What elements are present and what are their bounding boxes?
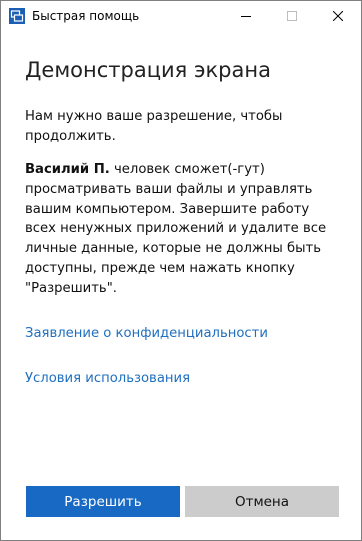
cancel-button[interactable]: Отмена	[185, 486, 339, 517]
helper-name: Василий П.	[25, 162, 110, 177]
permission-text: Нам нужно ваше разрешение, чтобы продолж…	[25, 109, 283, 144]
quick-assist-window: Быстрая помощь Демонстрация экрана Нам н…	[0, 0, 362, 541]
quick-assist-icon	[9, 8, 25, 24]
close-icon	[333, 11, 343, 21]
terms-of-use-link[interactable]: Условия использования	[25, 370, 190, 388]
sharing-description-text: человек сможет(-гут) просматривать ваши …	[25, 162, 327, 296]
minimize-button[interactable]	[223, 1, 269, 31]
privacy-statement-link[interactable]: Заявление о конфиденциальности	[25, 325, 268, 343]
window-title: Быстрая помощь	[32, 9, 140, 23]
minimize-icon	[241, 16, 251, 17]
title-bar[interactable]: Быстрая помощь	[1, 1, 361, 31]
maximize-button[interactable]	[269, 1, 315, 31]
close-button[interactable]	[315, 1, 361, 31]
maximize-icon	[287, 11, 297, 21]
page-title: Демонстрация экрана	[25, 58, 271, 82]
allow-button[interactable]: Разрешить	[26, 486, 180, 517]
sharing-description: Василий П. человек сможет(-гут) просматр…	[25, 160, 341, 299]
